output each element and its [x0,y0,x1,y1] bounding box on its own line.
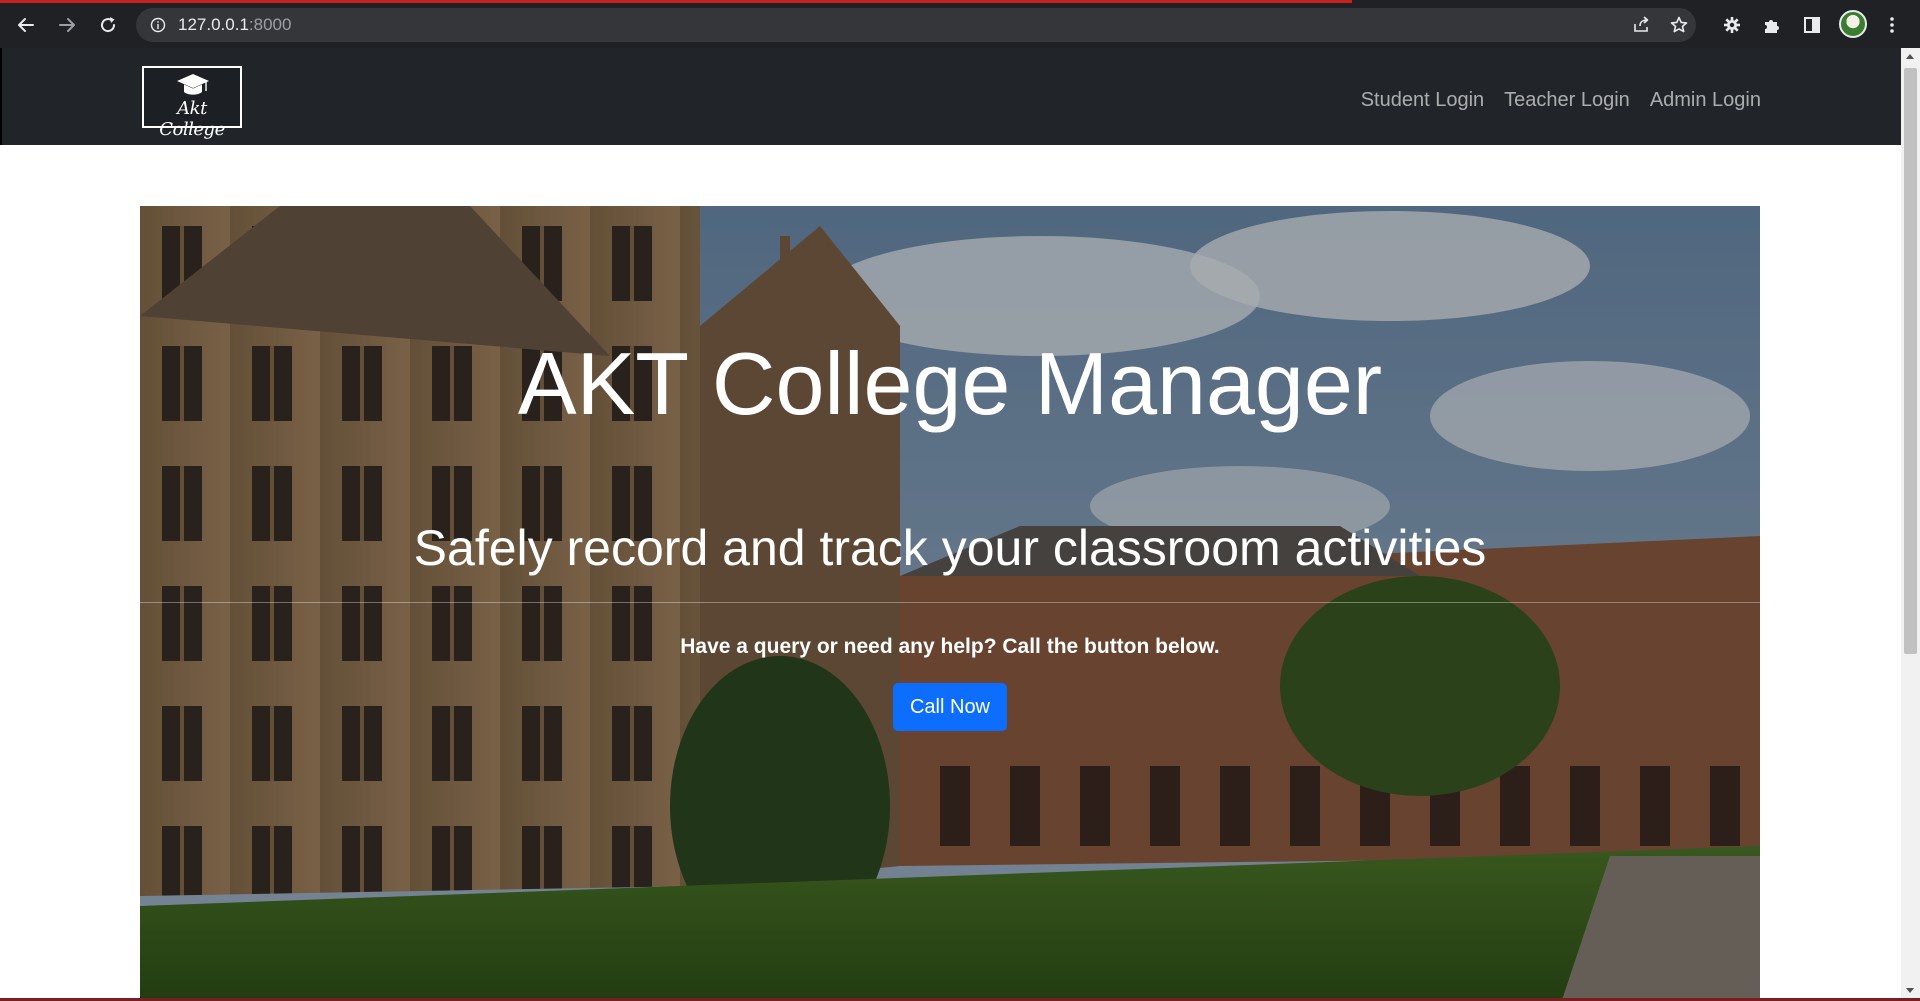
scroll-down-arrow-icon[interactable] [1906,988,1914,993]
nav-links: Student Login Teacher Login Admin Login [1361,48,1761,145]
graduation-cap-icon [177,74,209,95]
url-text[interactable]: 127.0.0.1:8000 [178,16,291,34]
hero-subtitle: Safely record and track your classroom a… [413,520,1487,576]
gear-icon [1724,17,1740,33]
nav-link-admin-login[interactable]: Admin Login [1650,81,1761,112]
brand-logo-link[interactable]: Akt College [142,66,242,140]
share-button[interactable] [1628,12,1654,38]
browser-toolbar: 127.0.0.1:8000 [0,0,1920,48]
brand-text: Akt College [159,98,225,140]
hero-section: AKT College Manager Safely record and tr… [140,206,1760,999]
hero-title: AKT College Manager [517,334,1383,433]
arrow-left-icon [18,18,34,32]
address-bar[interactable]: 127.0.0.1:8000 [136,8,1696,42]
puzzle-icon [1765,20,1779,33]
reload-icon [101,17,116,33]
extensions-button[interactable] [1756,9,1788,41]
page-loading-bar [0,0,1352,3]
kebab-menu-icon [1890,17,1894,33]
url-port: :8000 [248,15,292,34]
back-button[interactable] [10,9,42,41]
side-panel-button[interactable] [1796,9,1828,41]
hero-content: AKT College Manager Safely record and tr… [140,206,1760,999]
page-viewport: Akt College Student Login Teacher Login … [0,48,1901,999]
url-host: 127.0.0.1 [178,15,249,34]
site-navbar: Akt College Student Login Teacher Login … [0,48,1901,145]
scroll-thumb[interactable] [1904,68,1917,654]
nav-link-teacher-login[interactable]: Teacher Login [1504,81,1630,112]
star-icon [1670,16,1688,33]
profile-avatar[interactable] [1839,10,1867,38]
reload-button[interactable] [92,9,124,41]
page-scrollbar[interactable] [1901,48,1920,999]
share-icon [1634,16,1649,32]
browser-menu-button[interactable] [1876,9,1908,41]
arrow-right-icon [59,18,75,32]
forward-button[interactable] [51,9,83,41]
nav-link-student-login[interactable]: Student Login [1361,81,1484,112]
side-panel-icon [1804,17,1820,33]
hero-divider [140,602,1760,603]
call-now-button[interactable]: Call Now [893,683,1007,731]
help-query-text: Have a query or need any help? Call the … [680,635,1220,658]
bookmark-button[interactable] [1666,12,1692,38]
scroll-up-arrow-icon[interactable] [1906,54,1914,59]
extension-button[interactable] [1716,9,1748,41]
info-icon[interactable] [150,17,166,33]
